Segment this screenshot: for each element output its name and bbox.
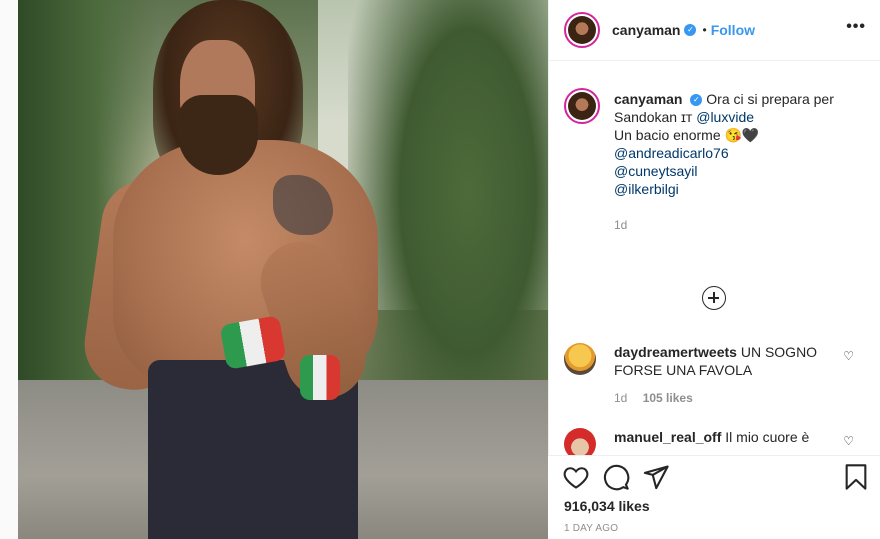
comment-heart-icon[interactable]: ♡ (843, 349, 854, 363)
photo-hand-wrap-right (300, 355, 340, 400)
comment-item: manuel_real_off Il mio cuore è ♡ (564, 428, 864, 460)
follow-button[interactable]: Follow (711, 22, 755, 38)
verified-badge-icon: ✓ (690, 94, 703, 107)
post-caption: canyaman ✓ Ora ci si prepara per Sandoka… (564, 88, 864, 232)
likes-count[interactable]: 916,034 likes (564, 498, 650, 514)
caption-author-avatar[interactable] (564, 88, 600, 124)
bookmark-icon[interactable] (842, 463, 870, 491)
mention-ilkerbilgi[interactable]: @ilkerbilgi (614, 180, 864, 198)
mention-cuneytsayil[interactable]: @cuneytsayil (614, 162, 864, 180)
share-icon[interactable] (642, 463, 670, 491)
comment-item: daydreamertweets UN SOGNO FORSE UNA FAVO… (564, 343, 864, 405)
mention-andreadicarlo76[interactable]: @andreadicarlo76 (614, 144, 864, 162)
caption-line-2: Sandokan ɪᴛ (614, 109, 697, 125)
verified-badge-icon: ✓ (684, 24, 697, 36)
commenter-username[interactable]: daydreamertweets (614, 344, 737, 360)
commenter-username[interactable]: manuel_real_off (614, 429, 721, 445)
post-actions: 916,034 likes 1 DAY AGO (548, 455, 880, 539)
caption-line-3: Un bacio enorme 😘🖤 (614, 127, 760, 143)
comment-icon[interactable] (602, 463, 630, 491)
separator-dot: • (702, 23, 707, 37)
comment-time[interactable]: 1d (614, 391, 627, 405)
commenter-avatar[interactable] (564, 343, 596, 375)
post-header: canyaman ✓ • Follow ••• (549, 0, 880, 61)
more-options-icon[interactable]: ••• (846, 19, 866, 35)
heart-icon[interactable] (562, 463, 590, 491)
add-circle-icon[interactable] (702, 286, 726, 310)
post-age[interactable]: 1 DAY AGO (564, 523, 618, 534)
photo-beard (178, 95, 258, 175)
post-photo[interactable] (18, 0, 548, 539)
author-avatar[interactable] (564, 12, 600, 48)
caption-line-1: Ora ci si prepara per (706, 91, 834, 107)
author-username[interactable]: canyaman (612, 22, 680, 38)
comment-heart-icon[interactable]: ♡ (843, 434, 854, 448)
comment-text: Il mio cuore è (725, 429, 810, 445)
mention-luxvide[interactable]: @luxvide (696, 109, 754, 125)
comment-likes[interactable]: 105 likes (643, 391, 693, 405)
caption-username[interactable]: canyaman (614, 91, 682, 107)
caption-time[interactable]: 1d (614, 218, 864, 232)
